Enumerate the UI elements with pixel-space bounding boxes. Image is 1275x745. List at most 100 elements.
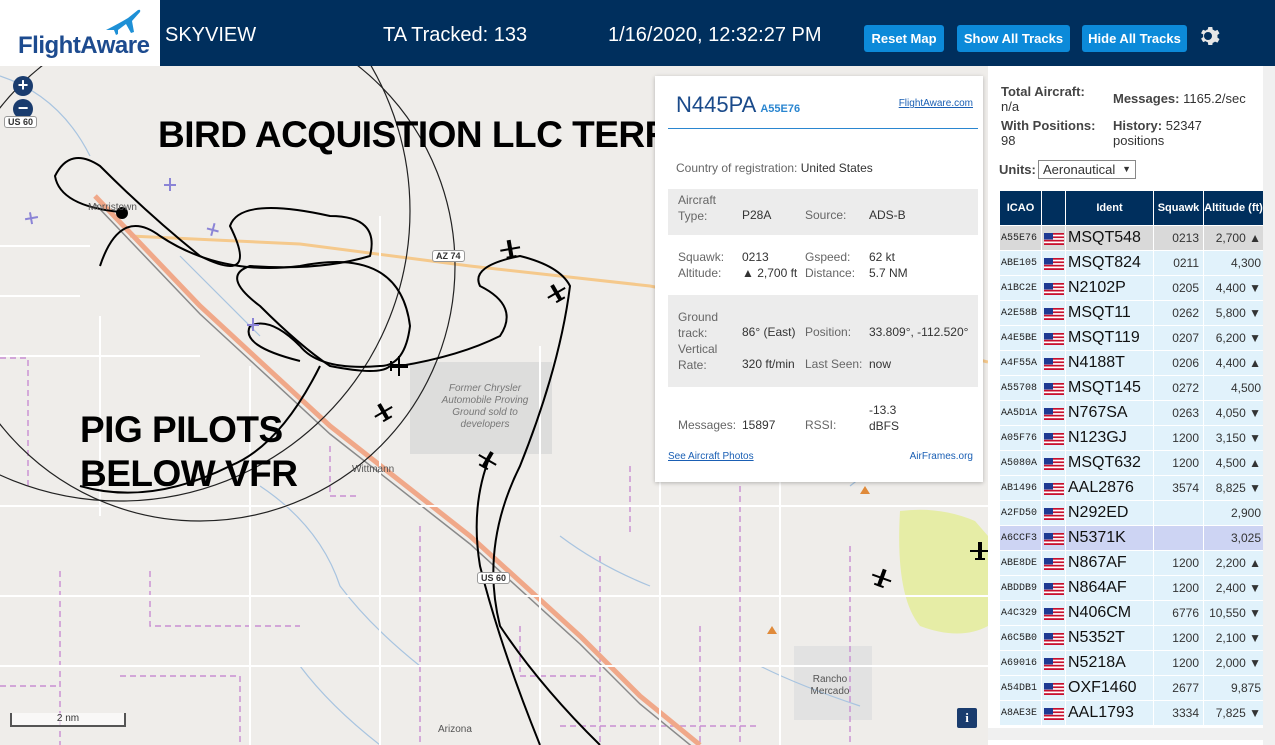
zoom-in-button[interactable]: + — [13, 76, 33, 96]
table-row[interactable]: A55708 MSQT145 0272 4,500 — [999, 375, 1264, 401]
logo[interactable]: FlightAware — [0, 0, 160, 66]
table-row[interactable]: A4E5BE MSQT119 0207 6,200 ▼ — [999, 325, 1264, 351]
airframes-link[interactable]: AirFrames.org — [910, 451, 973, 462]
horizontal-scrollbar[interactable] — [988, 728, 1263, 740]
logo-text: FlightAware — [18, 32, 150, 59]
table-row[interactable]: ABE105 MSQT824 0211 4,300 — [999, 250, 1264, 276]
col-icao[interactable]: ICAO — [999, 190, 1042, 226]
flightaware-link[interactable]: FlightAware.com — [899, 98, 973, 109]
flag-cell — [1041, 600, 1066, 626]
flag-cell — [1041, 225, 1066, 251]
info-icon[interactable]: i — [957, 708, 977, 728]
table-row[interactable]: A05F76 N123GJ 1200 3,150 ▼ — [999, 425, 1264, 451]
aircraft-table: ICAO Ident Squawk Altitude (ft) A55E76 MS… — [999, 190, 1264, 726]
icao-cell: A8AE3E — [999, 700, 1042, 726]
table-row[interactable]: A5080A MSQT632 1200 4,500 ▲ — [999, 450, 1264, 476]
popup-section-messages: Messages: 15897 RSSI: -13.3 dBFS — [678, 403, 900, 433]
area-label-proving-ground: Former Chrysler Automobile Proving Groun… — [441, 383, 529, 430]
reset-map-button[interactable]: Reset Map — [864, 25, 944, 52]
icao-cell: A4E5BE — [999, 325, 1042, 351]
ident-cell: N5352T — [1065, 625, 1154, 651]
road-label-us60: US 60 — [4, 116, 38, 128]
hide-all-tracks-button[interactable]: Hide All Tracks — [1082, 25, 1187, 52]
chevron-down-icon: ▼ — [1122, 164, 1131, 174]
col-ident[interactable]: Ident — [1065, 190, 1154, 226]
app-name: SKYVIEW — [165, 24, 257, 46]
icao-cell: A2E58B — [999, 300, 1042, 326]
road-label-az74: AZ 74 — [432, 250, 465, 262]
table-row[interactable]: A54DB1 OXF1460 2677 9,875 — [999, 675, 1264, 701]
squawk-cell — [1153, 525, 1204, 551]
squawk-cell: 3574 — [1153, 475, 1204, 501]
icao-cell: AA5D1A — [999, 400, 1042, 426]
altitude-cell: 8,825 ▼ — [1203, 475, 1264, 501]
popup-registration: N445PA A55E76 — [676, 92, 801, 117]
altitude-cell: 4,300 — [1203, 250, 1264, 276]
col-flag[interactable] — [1041, 190, 1066, 226]
table-row[interactable]: A55E76 MSQT548 0213 2,700 ▲ — [999, 225, 1264, 251]
col-squawk[interactable]: Squawk — [1153, 190, 1204, 226]
clock: 1/16/2020, 12:32:27 PM — [608, 24, 822, 46]
aircraft-photos-link[interactable]: See Aircraft Photos — [668, 451, 754, 462]
annotation-line-1: PIG PILOTS — [80, 409, 283, 450]
vertical-scrollbar[interactable] — [1263, 66, 1275, 745]
units-label: Units: — [999, 162, 1036, 177]
table-row[interactable]: ABDDB9 N864AF 1200 2,400 ▼ — [999, 575, 1264, 601]
flag-cell — [1041, 700, 1066, 726]
gear-icon[interactable] — [1198, 24, 1222, 48]
table-header: ICAO Ident Squawk Altitude (ft) — [999, 190, 1264, 226]
popup-section-track: Ground track: Vertical Rate: 86° (East) Pos… — [668, 295, 978, 387]
icao-cell: A54DB1 — [999, 675, 1042, 701]
squawk-cell: 1200 — [1153, 550, 1204, 576]
icao-cell: A69016 — [999, 650, 1042, 676]
icao-cell: A4C329 — [999, 600, 1042, 626]
table-row[interactable]: A2FD50 N292ED 2,900 — [999, 500, 1264, 526]
units-select[interactable]: Aeronautical ▼ — [1038, 160, 1136, 179]
us-flag-icon — [1044, 558, 1064, 571]
ident-cell: MSQT119 — [1065, 325, 1154, 351]
table-row[interactable]: A8AE3E AAL1793 3334 7,825 ▼ — [999, 700, 1264, 726]
us-flag-icon — [1044, 358, 1064, 371]
altitude-cell: 6,200 ▼ — [1203, 325, 1264, 351]
table-row[interactable]: A1BC2E N2102P 0205 4,400 ▼ — [999, 275, 1264, 301]
ident-cell: N123GJ — [1065, 425, 1154, 451]
squawk-cell: 1200 — [1153, 425, 1204, 451]
flag-cell — [1041, 575, 1066, 601]
ident-cell: AAL1793 — [1065, 700, 1154, 726]
road-label-us60-bottom: US 60 — [477, 572, 511, 584]
altitude-cell: 2,000 ▼ — [1203, 650, 1264, 676]
altitude-cell: 2,700 ▲ — [1203, 225, 1264, 251]
table-row[interactable]: A6C5B0 N5352T 1200 2,100 ▼ — [999, 625, 1264, 651]
flag-cell — [1041, 300, 1066, 326]
icao-cell: AB1496 — [999, 475, 1042, 501]
tracked-count: TA Tracked: 133 — [383, 24, 528, 46]
table-row[interactable]: AA5D1A N767SA 0263 4,050 ▼ — [999, 400, 1264, 426]
show-all-tracks-button[interactable]: Show All Tracks — [957, 25, 1070, 52]
squawk-cell: 0205 — [1153, 275, 1204, 301]
squawk-cell: 1200 — [1153, 450, 1204, 476]
icao-cell: A55E76 — [999, 225, 1042, 251]
altitude-cell: 9,875 — [1203, 675, 1264, 701]
ident-cell: N767SA — [1065, 400, 1154, 426]
table-row[interactable]: A2E58B MSQT11 0262 5,800 ▼ — [999, 300, 1264, 326]
table-row[interactable]: A69016 N5218A 1200 2,000 ▼ — [999, 650, 1264, 676]
us-flag-icon — [1044, 583, 1064, 596]
ident-cell: N2102P — [1065, 275, 1154, 301]
scale-bar: 2 nm — [10, 713, 126, 727]
altitude-cell: 2,400 ▼ — [1203, 575, 1264, 601]
us-flag-icon — [1044, 508, 1064, 521]
altitude-cell: 2,900 — [1203, 500, 1264, 526]
altitude-cell: 4,400 ▲ — [1203, 350, 1264, 376]
col-altitude[interactable]: Altitude (ft) — [1203, 190, 1264, 226]
table-row[interactable]: A4F55A N4188T 0206 4,400 ▲ — [999, 350, 1264, 376]
squawk-cell: 0262 — [1153, 300, 1204, 326]
table-row[interactable]: A4C329 N406CM 6776 10,550 ▼ — [999, 600, 1264, 626]
squawk-cell: 0207 — [1153, 325, 1204, 351]
squawk-cell: 1200 — [1153, 650, 1204, 676]
us-flag-icon — [1044, 483, 1064, 496]
table-row[interactable]: ABE8DE N867AF 1200 2,200 ▲ — [999, 550, 1264, 576]
table-row[interactable]: AB1496 AAL2876 3574 8,825 ▼ — [999, 475, 1264, 501]
town-label-wittmann: Wittmann — [352, 464, 395, 475]
squawk-cell — [1153, 500, 1204, 526]
table-row[interactable]: A6CCF3 N5371K 3,025 — [999, 525, 1264, 551]
